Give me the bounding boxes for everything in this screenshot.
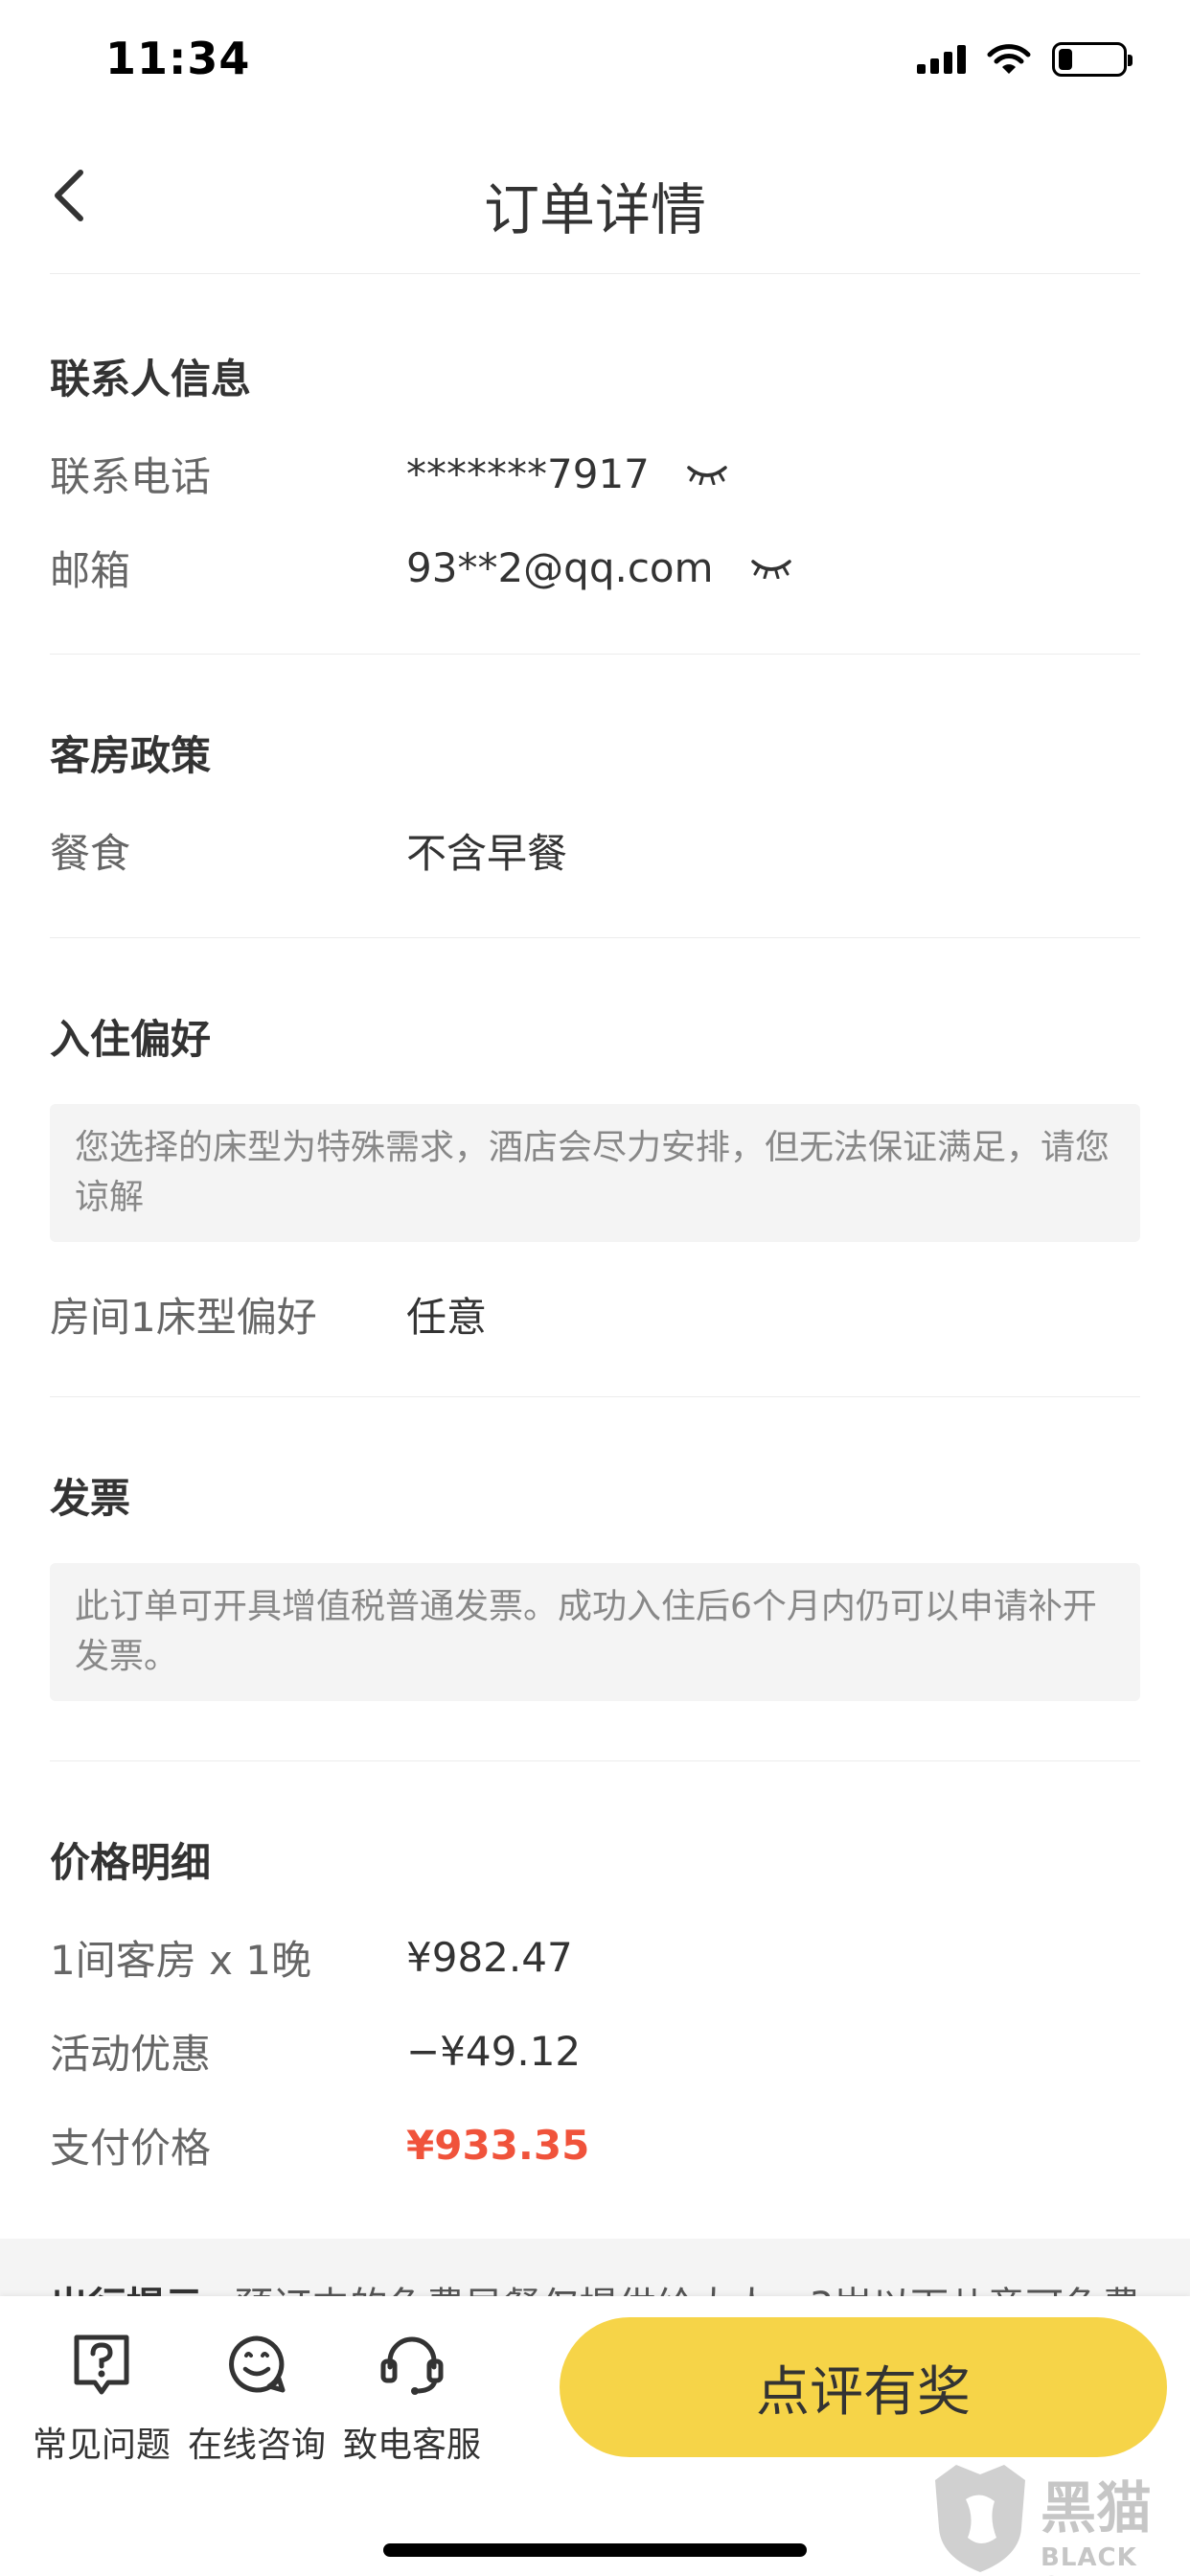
watermark-en: BLACK CAT <box>1041 2543 1137 2576</box>
nav-bar: 订单详情 <box>50 126 1140 274</box>
faq-label: 常见问题 <box>32 2426 171 2465</box>
discount-value: −¥49.12 <box>406 2027 582 2075</box>
room-price-value: ¥982.47 <box>406 1933 573 1981</box>
discount-label: 活动优惠 <box>50 2030 212 2078</box>
invoice-section: 发票 此订单可开具增值税普通发票。成功入住后6个月内仍可以申请补开发票。 <box>50 1397 1140 1761</box>
online-chat-label: 在线咨询 <box>187 2426 326 2465</box>
bed-preference-label: 房间1床型偏好 <box>50 1293 317 1341</box>
phone-row: 联系电话 *******7917 <box>50 426 1140 520</box>
question-icon <box>74 2334 129 2395</box>
call-service-button[interactable]: 致电客服 <box>326 2333 498 2467</box>
policy-section: 客房政策 餐食 不含早餐 <box>50 655 1140 938</box>
review-reward-button[interactable]: 点评有奖 <box>560 2317 1167 2457</box>
pay-price-value: ¥933.35 <box>406 2121 590 2169</box>
call-service-label: 致电客服 <box>342 2426 481 2465</box>
phone-value: *******7917 <box>406 449 650 497</box>
bed-preference-value: 任意 <box>406 1293 488 1341</box>
section-title-preference: 入住偏好 <box>50 1016 212 1063</box>
pay-price-row: 支付价格 ¥933.35 <box>50 2098 1140 2192</box>
chat-face-icon <box>229 2335 286 2393</box>
preference-section: 入住偏好 您选择的床型为特殊需求，酒店会尽力安排，但无法保证满足，请您谅解 房间… <box>50 938 1140 1397</box>
meal-row: 餐食 不含早餐 <box>50 803 1140 897</box>
section-title-contact: 联系人信息 <box>50 356 252 402</box>
status-time: 11:34 <box>105 33 251 84</box>
bed-preference-row: 房间1床型偏好 任意 <box>50 1267 1140 1361</box>
cellular-signal-icon <box>917 45 966 74</box>
invoice-note: 此订单可开具增值税普通发票。成功入住后6个月内仍可以申请补开发票。 <box>50 1563 1140 1701</box>
faq-button[interactable]: 常见问题 <box>15 2333 188 2467</box>
meal-value: 不含早餐 <box>406 829 568 877</box>
contact-section: 联系人信息 联系电话 *******7917 邮箱 93**2@qq.com <box>50 274 1140 655</box>
discount-row: 活动优惠 −¥49.12 <box>50 2004 1140 2098</box>
email-label: 邮箱 <box>50 546 131 594</box>
email-row: 邮箱 93**2@qq.com <box>50 520 1140 614</box>
status-icons <box>917 42 1133 77</box>
watermark-cn: 黑猫 <box>1041 2475 1153 2541</box>
meal-label: 餐食 <box>50 829 131 877</box>
room-price-row: 1间客房 x 1晚 ¥982.47 <box>50 1910 1140 2004</box>
phone-label: 联系电话 <box>50 452 212 500</box>
black-cat-logo-icon <box>935 2465 1025 2572</box>
pay-price-label: 支付价格 <box>50 2124 212 2172</box>
status-bar: 11:34 <box>0 0 1190 126</box>
black-cat-watermark: 黑猫 BLACK CAT <box>927 2461 1190 2576</box>
closed-eye-icon[interactable] <box>750 556 792 579</box>
battery-icon <box>1052 42 1133 77</box>
wifi-icon <box>987 44 1031 74</box>
room-price-label: 1间客房 x 1晚 <box>50 1936 312 1984</box>
section-title-policy: 客房政策 <box>50 732 212 779</box>
section-title-invoice: 发票 <box>50 1475 131 1522</box>
section-title-price: 价格明细 <box>50 1839 212 1886</box>
home-indicator <box>383 2543 807 2557</box>
price-section: 价格明细 1间客房 x 1晚 ¥982.47 活动优惠 −¥49.12 支付价格… <box>50 1761 1140 2192</box>
online-chat-button[interactable]: 在线咨询 <box>171 2333 343 2467</box>
order-detail-content: 联系人信息 联系电话 *******7917 邮箱 93**2@qq.com 客… <box>50 274 1140 2192</box>
closed-eye-icon[interactable] <box>686 462 728 485</box>
preference-note: 您选择的床型为特殊需求，酒店会尽力安排，但无法保证满足，请您谅解 <box>50 1104 1140 1242</box>
headset-icon <box>380 2336 444 2395</box>
email-value: 93**2@qq.com <box>406 543 714 591</box>
travel-tips: 出行提示 预订中的免费早餐仅提供给大人，3岁以下儿童可免费 <box>0 2239 1190 2300</box>
page-title: 订单详情 <box>483 177 706 242</box>
